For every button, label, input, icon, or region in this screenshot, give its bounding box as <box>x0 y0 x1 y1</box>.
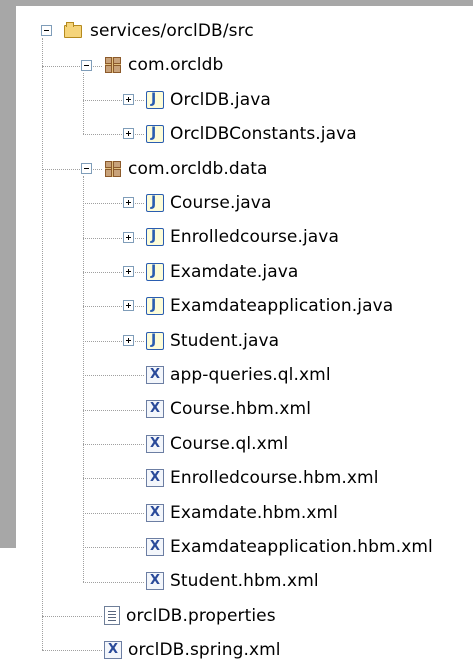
tree-item[interactable]: Course.hbm.xml <box>146 392 311 426</box>
xml-file-icon <box>146 572 164 591</box>
package-icon-bar <box>105 166 121 170</box>
tree-connector <box>83 134 144 136</box>
tree-item[interactable]: Examdate.java <box>146 255 298 289</box>
tree-connector <box>83 547 144 549</box>
java-file-icon <box>146 262 164 281</box>
source-folder-icon <box>64 22 84 40</box>
tree-item-label: Enrolledcourse.java <box>170 227 339 248</box>
tree-item-label: Examdateapplication.java <box>170 296 394 317</box>
java-file-icon <box>146 194 164 212</box>
expand-toggle[interactable] <box>123 231 134 243</box>
tree-item[interactable]: Student.hbm.xml <box>146 564 319 598</box>
java-file-icon <box>146 331 164 350</box>
properties-icon-line <box>108 614 116 616</box>
package-icon-bar <box>105 63 121 67</box>
tree-item-label: Student.java <box>170 330 280 351</box>
java-file-icon <box>146 228 164 247</box>
package-explorer-tree: services/orclDB/src com.orcldb OrclDB.java… <box>0 0 473 660</box>
expand-toggle[interactable] <box>123 197 134 209</box>
xml-file-icon <box>146 469 164 488</box>
expand-toggle[interactable] <box>123 266 134 277</box>
java-file-icon <box>146 90 164 109</box>
tree-item-label: com.orcldb.data <box>128 158 268 179</box>
package-icon <box>104 56 122 74</box>
tree-item-label: app-queries.ql.xml <box>170 365 331 385</box>
tree-item[interactable]: OrclDB.java <box>146 83 271 117</box>
tree-item-label: com.orcldb <box>128 55 224 76</box>
tree-item-label: Course.java <box>170 193 272 213</box>
tree-item[interactable]: app-queries.ql.xml <box>146 358 331 392</box>
properties-icon-line <box>108 617 116 619</box>
tree-connector <box>83 272 144 273</box>
xml-file-icon <box>146 400 164 419</box>
tree-connector <box>83 175 84 582</box>
tree-connector <box>83 409 144 411</box>
tree-item-label: Examdate.hbm.xml <box>170 502 338 523</box>
xml-file-icon <box>146 434 164 453</box>
collapse-toggle[interactable] <box>81 59 92 71</box>
tree-item[interactable]: Course.ql.xml <box>146 427 288 461</box>
tree-connector <box>83 512 144 514</box>
tree-item-label: Student.hbm.xml <box>170 571 319 592</box>
tree-item[interactable]: com.orcldb <box>104 48 223 82</box>
tree-item-label: Examdate.java <box>170 261 299 282</box>
tree-item-label: OrclDB.java <box>170 89 271 110</box>
tree-item-label: orclDB.spring.xml <box>128 640 281 661</box>
tree-item[interactable]: Examdateapplication.hbm.xml <box>146 530 433 564</box>
tree-connector <box>83 237 144 239</box>
properties-file-icon <box>104 606 120 626</box>
tree-connector <box>83 375 144 377</box>
java-file-icon <box>146 125 164 144</box>
tree-item-label: Course.ql.xml <box>170 433 289 454</box>
tree-connector <box>83 72 84 135</box>
expand-toggle[interactable] <box>123 94 134 105</box>
expand-toggle[interactable] <box>123 300 134 312</box>
tree-connector <box>42 65 102 67</box>
tree-item-label: OrclDBConstants.java <box>170 124 357 145</box>
tree-item[interactable]: com.orcldb.data <box>104 152 268 186</box>
xml-file-icon <box>146 366 164 384</box>
java-file-icon <box>146 297 164 316</box>
tree-connector <box>42 38 43 651</box>
package-icon <box>104 160 122 178</box>
tree-item[interactable]: Examdateapplication.java <box>146 289 393 323</box>
tree-connector <box>83 581 144 583</box>
xml-file-icon <box>146 538 164 556</box>
tree-item[interactable]: Examdate.hbm.xml <box>146 496 338 530</box>
tree-item[interactable]: Enrolledcourse.hbm.xml <box>146 461 379 495</box>
collapse-toggle[interactable] <box>81 162 92 174</box>
tree-item-label: services/orclDB/src <box>90 21 254 41</box>
tree-connector <box>42 168 102 170</box>
tree-item-label: Examdateapplication.hbm.xml <box>170 537 433 557</box>
xml-file-icon <box>146 503 164 522</box>
tree-connector <box>83 100 144 101</box>
expand-toggle[interactable] <box>123 128 134 140</box>
tree-connector <box>83 306 144 308</box>
tree-item[interactable]: services/orclDB/src <box>64 14 254 48</box>
tree-connector <box>83 444 144 445</box>
tree-item-label: Enrolledcourse.hbm.xml <box>170 468 379 489</box>
tree-item-label: orclDB.properties <box>126 605 276 626</box>
tree-item[interactable]: Enrolledcourse.java <box>146 220 339 254</box>
tree-item[interactable]: OrclDBConstants.java <box>146 117 357 151</box>
tree-connector <box>83 203 144 205</box>
tree-connector <box>42 616 102 617</box>
tree-item[interactable]: orclDB.properties <box>104 599 276 633</box>
tree-item[interactable]: Student.java <box>146 324 279 358</box>
properties-icon-line <box>108 611 116 613</box>
tree-connector <box>83 478 144 480</box>
tree-item[interactable]: Course.java <box>146 186 271 220</box>
collapse-toggle[interactable] <box>41 25 52 37</box>
expand-toggle[interactable] <box>123 334 134 346</box>
xml-file-icon <box>104 641 122 660</box>
tree-item[interactable]: orclDB.spring.xml <box>104 633 281 667</box>
properties-icon-line <box>108 620 116 622</box>
tree-item-label: Course.hbm.xml <box>170 399 312 420</box>
tree-connector <box>83 340 144 342</box>
